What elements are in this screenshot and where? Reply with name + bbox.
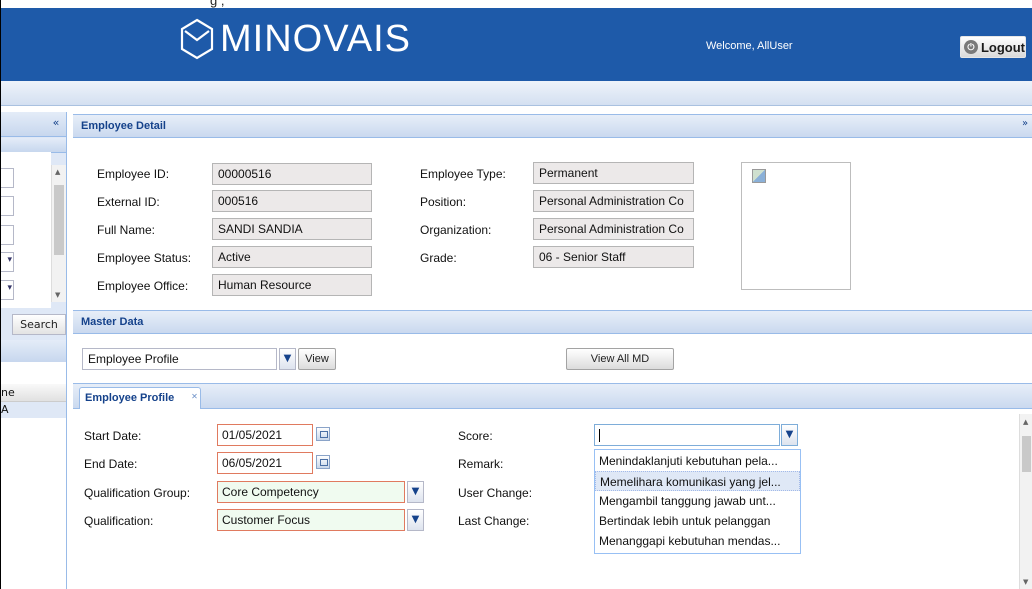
score-dropdown-list[interactable]: Menindaklanjuti kebutuhan pela... Memeli… (594, 449, 801, 554)
scroll-down-icon[interactable]: ▼ (1023, 578, 1028, 586)
employee-office-label: Employee Office: (97, 279, 189, 293)
full-name-label: Full Name: (97, 223, 156, 237)
brand-logo: MINOVAIS (180, 14, 411, 64)
left-panel-subheader (0, 138, 66, 153)
left-filter-field[interactable] (0, 196, 14, 216)
scroll-thumb[interactable] (54, 185, 64, 255)
calendar-icon[interactable] (316, 427, 330, 441)
left-filter-combo[interactable] (0, 280, 14, 300)
brand-name: MINOVAIS (220, 17, 411, 60)
start-date-field[interactable]: 01/05/2021 (217, 424, 313, 446)
window-left-border (0, 0, 1, 589)
hexagon-logo-icon (180, 18, 214, 60)
close-icon[interactable]: ✕ (190, 392, 199, 401)
employee-id-field: 00000516 (212, 163, 372, 185)
scroll-up-icon[interactable]: ▲ (1023, 418, 1028, 426)
chevron-down-icon[interactable]: ▼ (407, 481, 424, 503)
left-filter-combo[interactable] (0, 252, 14, 272)
start-date-label: Start Date: (84, 429, 142, 443)
left-scrollbar[interactable]: ▲ ▼ (51, 165, 66, 302)
remark-label: Remark: (458, 457, 504, 471)
profile-scrollbar[interactable]: ▲ ▼ (1019, 414, 1032, 589)
user-change-label: User Change: (458, 486, 533, 500)
employee-type-label: Employee Type: (420, 167, 506, 181)
employee-status-label: Employee Status: (97, 251, 192, 265)
text-caret (599, 429, 600, 442)
left-grid-header-bar (0, 340, 66, 363)
organization-field: Personal Administration Co (533, 218, 694, 240)
score-input[interactable] (594, 424, 780, 446)
qualification-label: Qualification: (84, 514, 154, 528)
left-grid-body (0, 418, 66, 589)
tab-employee-profile[interactable]: Employee Profile (79, 387, 201, 409)
collapse-icon[interactable]: « (49, 116, 63, 130)
full-name-field: SANDI SANDIA (212, 218, 372, 240)
power-icon: ⏻ (964, 40, 978, 54)
scroll-up-icon[interactable]: ▲ (55, 168, 60, 176)
logout-button[interactable]: ⏻ Logout (960, 36, 1026, 58)
score-option[interactable]: Menanggapi kebutuhan mendas... (595, 531, 800, 551)
left-grid-column-header[interactable]: ne (0, 384, 66, 402)
qualification-select[interactable]: Customer Focus (217, 509, 405, 531)
end-date-label: End Date: (84, 457, 138, 471)
master-data-select[interactable]: Employee Profile (82, 348, 277, 370)
top-strip-text: g , (210, 0, 225, 8)
grade-field: 06 - Senior Staff (533, 246, 694, 268)
employee-id-label: Employee ID: (97, 167, 170, 181)
app-header (0, 8, 1032, 81)
broken-image-icon (752, 169, 766, 183)
score-option[interactable]: Mengambil tanggung jawab unt... (595, 491, 800, 511)
master-data-header: Master Data (73, 310, 1032, 334)
left-filter-field[interactable] (0, 225, 14, 245)
employee-type-field: Permanent (533, 162, 694, 184)
calendar-icon[interactable] (316, 455, 330, 469)
employee-detail-header: Employee Detail (73, 114, 1032, 138)
employee-status-field: Active (212, 246, 372, 268)
last-change-label: Last Change: (458, 514, 530, 528)
qualification-group-select[interactable]: Core Competency (217, 481, 405, 503)
view-button[interactable]: View (298, 348, 336, 370)
score-option[interactable]: Menindaklanjuti kebutuhan pela... (595, 451, 800, 471)
score-option[interactable]: Bertindak lebih untuk pelanggan (595, 511, 800, 531)
logout-label: Logout (980, 39, 1025, 55)
view-all-md-button[interactable]: View All MD (566, 348, 674, 370)
position-label: Position: (420, 195, 467, 209)
scroll-thumb[interactable] (1022, 436, 1031, 472)
external-id-label: External ID: (97, 195, 160, 209)
left-grid-spacer (0, 362, 66, 384)
welcome-text: Welcome, AllUser (706, 40, 793, 52)
employee-office-field: Human Resource (212, 274, 372, 296)
organization-label: Organization: (420, 223, 492, 237)
scroll-down-icon[interactable]: ▼ (55, 291, 60, 299)
grade-label: Grade: (420, 251, 457, 265)
position-field: Personal Administration Co (533, 190, 694, 212)
end-date-field[interactable]: 06/05/2021 (217, 452, 313, 474)
left-filter-field[interactable] (0, 168, 14, 188)
employee-photo (741, 162, 851, 290)
qualification-group-label: Qualification Group: (84, 486, 191, 500)
menu-bar (0, 81, 1032, 106)
collapse-right-icon[interactable]: » (1022, 118, 1028, 129)
chevron-down-icon[interactable]: ▼ (781, 424, 798, 446)
chevron-down-icon[interactable]: ▼ (407, 509, 424, 531)
search-button[interactable]: Search (12, 314, 66, 335)
chevron-down-icon[interactable]: ▼ (279, 348, 296, 370)
top-strip: g , (0, 0, 1032, 8)
external-id-field: 000516 (212, 190, 372, 212)
tab-strip (73, 383, 1032, 409)
score-label: Score: (458, 429, 493, 443)
left-grid-row[interactable]: A (0, 402, 66, 418)
score-option[interactable]: Memelihara komunikasi yang jel... (595, 471, 800, 491)
